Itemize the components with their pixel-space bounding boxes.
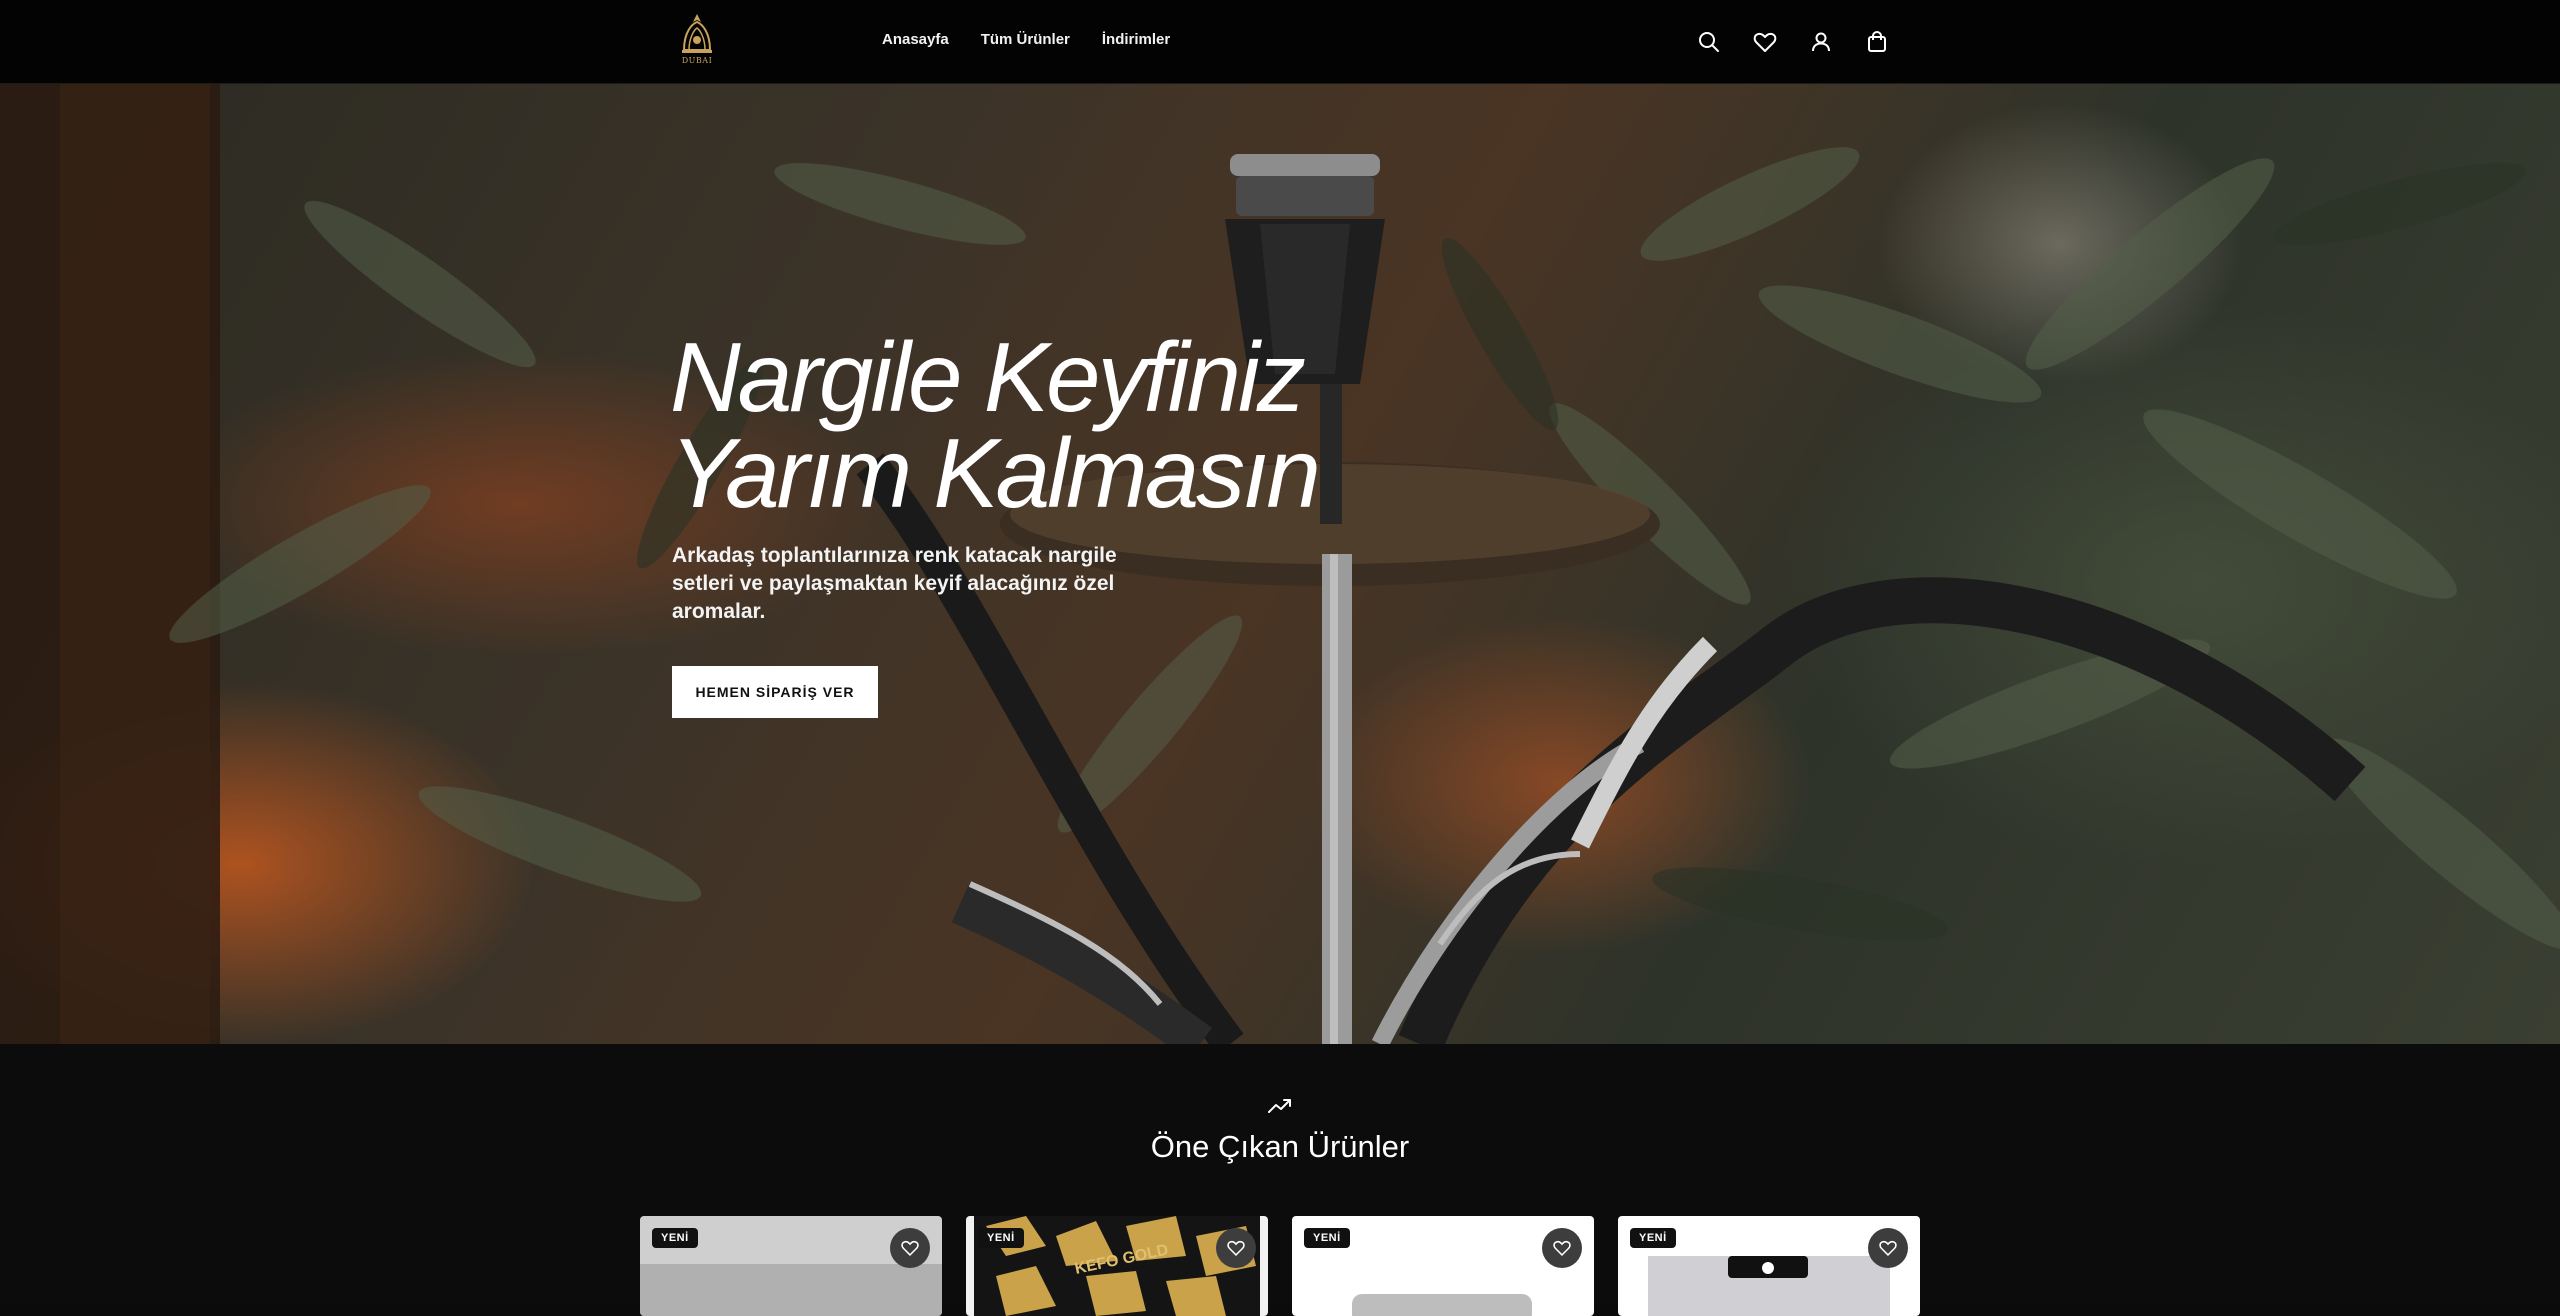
hookah-hero-image (0, 84, 2560, 1044)
product-card[interactable]: YENİ (1292, 1216, 1594, 1316)
main-nav: Anasayfa Tüm Ürünler İndirimler (882, 31, 1170, 48)
site-header: DUBAI Anasayfa Tüm Ürünler İndirimler (0, 0, 2560, 84)
brand-logo[interactable]: DUBAI (672, 10, 722, 74)
hero-title-line-2: Yarım Kalmasın (670, 418, 1321, 528)
wishlist-heart-icon[interactable] (1542, 1228, 1582, 1268)
product-card[interactable]: YENİ (1618, 1216, 1920, 1316)
hero-title-line-1: Nargile Keyfiniz (670, 322, 1306, 432)
crown-logo-icon (682, 14, 712, 53)
search-icon[interactable] (1696, 29, 1722, 55)
product-card[interactable]: YENİ (640, 1216, 942, 1316)
wishlist-heart-icon[interactable] (1216, 1228, 1256, 1268)
featured-title: Öne Çıkan Ürünler (1150, 1129, 1410, 1164)
nav-item-discounts[interactable]: İndirimler (1102, 31, 1170, 48)
wishlist-heart-icon[interactable] (1868, 1228, 1908, 1268)
wishlist-heart-icon[interactable] (890, 1228, 930, 1268)
new-badge: YENİ (978, 1228, 1024, 1248)
order-now-button[interactable]: HEMEN SİPARİŞ VER (672, 666, 878, 718)
featured-products-section: Öne Çıkan Ürünler YENİ KEFO GOLD YENİ YE… (0, 1044, 2560, 1316)
product-card[interactable]: KEFO GOLD YENİ (966, 1216, 1268, 1316)
logo-wordmark: DUBAI (681, 56, 713, 65)
nav-item-all-products[interactable]: Tüm Ürünler (981, 31, 1070, 48)
hero-title: Nargile Keyfiniz Yarım Kalmasın (670, 328, 1430, 522)
hero-banner: Nargile Keyfiniz Yarım Kalmasın Arkadaş … (0, 84, 2560, 1044)
shopping-bag-icon[interactable] (1864, 29, 1890, 55)
header-actions (1696, 29, 1890, 55)
hero-subtitle: Arkadaş toplantılarınıza renk katacak na… (672, 544, 1117, 623)
new-badge: YENİ (1304, 1228, 1350, 1248)
nav-item-home[interactable]: Anasayfa (882, 31, 949, 48)
new-badge: YENİ (1630, 1228, 1676, 1248)
trending-up-icon (1268, 1099, 1291, 1113)
heart-icon[interactable] (1752, 29, 1778, 55)
user-icon[interactable] (1808, 29, 1834, 55)
new-badge: YENİ (652, 1228, 698, 1248)
